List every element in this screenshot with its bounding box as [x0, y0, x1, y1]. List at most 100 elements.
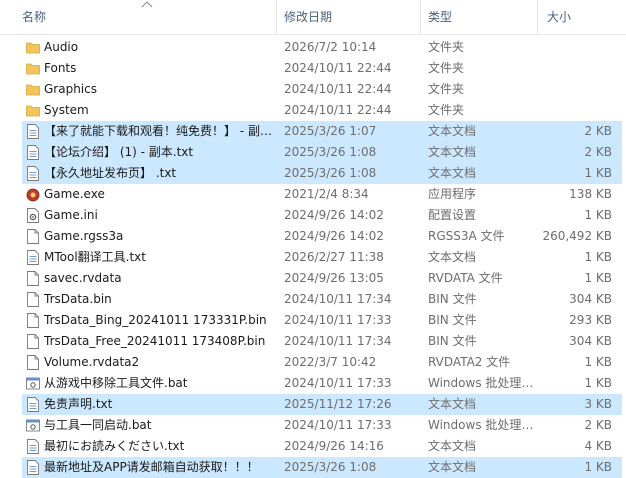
- file-row[interactable]: Audio 2026/7/2 10:14 文件夹: [22, 37, 622, 58]
- file-modified-date: 2022/3/7 10:42: [284, 355, 377, 369]
- file-row[interactable]: 免责声明.txt 2025/11/12 17:26 文本文档 3 KB: [22, 394, 622, 415]
- file-name-cell[interactable]: 【论坛介绍】 (1) - 副本.txt: [22, 142, 277, 163]
- file-type: 文本文档: [428, 397, 477, 411]
- file-row[interactable]: Game.rgss3a 2024/9/26 14:02 RGSS3A 文件 260,4…: [22, 226, 622, 247]
- column-header-type[interactable]: 类型: [428, 0, 528, 34]
- file-name-cell[interactable]: Audio: [22, 37, 277, 58]
- file-row[interactable]: TrsData.bin 2024/10/11 17:34 BIN 文件 304 KB: [22, 289, 622, 310]
- file-row[interactable]: Volume.rvdata2 2022/3/7 10:42 RVDATA2 文件 1 …: [22, 352, 622, 373]
- folder-icon: [26, 40, 40, 55]
- file-icon: [26, 229, 40, 244]
- column-header-name[interactable]: 名称: [22, 0, 272, 34]
- file-modified-date: 2024/9/26 14:02: [284, 208, 384, 222]
- file-name: System: [44, 103, 89, 117]
- file-modified-date: 2025/3/26 1:08: [284, 460, 377, 474]
- column-header-size[interactable]: 大小: [547, 0, 617, 34]
- file-name-cell[interactable]: 最初にお読みください.txt: [22, 436, 277, 457]
- file-size: 138 KB: [569, 187, 612, 201]
- file-name-cell[interactable]: Game.rgss3a: [22, 226, 277, 247]
- file-name-cell[interactable]: 【永久地址发布页】 .txt: [22, 163, 277, 184]
- file-row[interactable]: 【论坛介绍】 (1) - 副本.txt 2025/3/26 1:08 文本文档 2 K…: [22, 142, 622, 163]
- file-row[interactable]: 【来了就能下载和观看！纯免费！】 - 副… 2025/3/26 1:07 文本文档 2…: [22, 121, 622, 142]
- file-name: Volume.rvdata2: [44, 355, 140, 369]
- file-name: 最初にお読みください.txt: [44, 439, 185, 453]
- file-row[interactable]: 从游戏中移除工具文件.bat 2024/10/11 17:33 Windows 批处…: [22, 373, 622, 394]
- file-row[interactable]: Fonts 2024/10/11 22:44 文件夹: [22, 58, 622, 79]
- file-name-cell[interactable]: MTool翻译工具.txt: [22, 247, 277, 268]
- file-row[interactable]: System 2024/10/11 22:44 文件夹: [22, 100, 622, 121]
- file-name-cell[interactable]: Graphics: [22, 79, 277, 100]
- file-row[interactable]: 最初にお読みください.txt 2024/9/26 14:16 文本文档 4 KB: [22, 436, 622, 457]
- file-modified-date: 2024/10/11 17:34: [284, 334, 392, 348]
- file-type: 文件夹: [428, 103, 465, 117]
- file-type: 文本文档: [428, 124, 477, 138]
- file-name-cell[interactable]: 【来了就能下载和观看！纯免费！】 - 副…: [22, 121, 277, 142]
- file-row[interactable]: TrsData_Free_20241011 173408P.bin 2024/10…: [22, 331, 622, 352]
- file-name-cell[interactable]: TrsData.bin: [22, 289, 277, 310]
- file-icon: [26, 355, 40, 370]
- file-name-cell[interactable]: 免责声明.txt: [22, 394, 277, 415]
- file-type: 文本文档: [428, 145, 477, 159]
- column-divider[interactable]: [420, 0, 421, 34]
- file-name: Game.exe: [44, 187, 105, 201]
- file-name: Game.rgss3a: [44, 229, 124, 243]
- file-name-cell[interactable]: Game.ini: [22, 205, 277, 226]
- file-size: [540, 58, 612, 79]
- file-size: 2 KB: [584, 418, 612, 432]
- file-type: 文本文档: [428, 439, 477, 453]
- file-name: 最新地址及APP请发邮箱自动获取！！！: [44, 460, 259, 474]
- file-name: TrsData_Free_20241011 173408P.bin: [44, 334, 266, 348]
- file-name-cell[interactable]: 最新地址及APP请发邮箱自动获取！！！: [22, 457, 277, 478]
- file-modified-date: 2024/10/11 17:33: [284, 313, 392, 327]
- file-modified-date: 2026/2/27 11:38: [284, 250, 384, 264]
- file-row[interactable]: 与工具一同启动.bat 2024/10/11 17:33 Windows 批处理… 2…: [22, 415, 622, 436]
- file-type: 应用程序: [428, 187, 477, 201]
- file-type: BIN 文件: [428, 292, 477, 306]
- file-name: savec.rvdata: [44, 271, 122, 285]
- file-name-cell[interactable]: System: [22, 100, 277, 121]
- file-row[interactable]: 【永久地址发布页】 .txt 2025/3/26 1:08 文本文档 1 KB: [22, 163, 622, 184]
- file-row[interactable]: savec.rvdata 2024/9/26 13:05 RVDATA 文件 1 KB: [22, 268, 622, 289]
- file-name-cell[interactable]: Volume.rvdata2: [22, 352, 277, 373]
- column-header-date[interactable]: 修改日期: [284, 0, 414, 34]
- file-type: 文本文档: [428, 166, 477, 180]
- file-name-cell[interactable]: TrsData_Bing_20241011 173331P.bin: [22, 310, 277, 331]
- file-name-cell[interactable]: Game.exe: [22, 184, 277, 205]
- file-name-cell[interactable]: 从游戏中移除工具文件.bat: [22, 373, 277, 394]
- file-row[interactable]: 最新地址及APP请发邮箱自动获取！！！ 2025/3/26 1:08 文本文档 1 K…: [22, 457, 622, 478]
- file-row[interactable]: Game.exe 2021/2/4 8:34 应用程序 138 KB: [22, 184, 622, 205]
- file-row[interactable]: MTool翻译工具.txt 2026/2/27 11:38 文本文档 1 KB: [22, 247, 622, 268]
- file-icon: [26, 313, 40, 328]
- text-file-icon: [26, 250, 40, 265]
- file-name-cell[interactable]: TrsData_Free_20241011 173408P.bin: [22, 331, 277, 352]
- file-row[interactable]: Game.ini 2024/9/26 14:02 配置设置 1 KB: [22, 205, 622, 226]
- file-type: Windows 批处理…: [428, 376, 534, 390]
- file-modified-date: 2025/3/26 1:07: [284, 124, 377, 138]
- file-name: 【来了就能下载和观看！纯免费！】 - 副…: [44, 124, 272, 138]
- file-row[interactable]: Graphics 2024/10/11 22:44 文件夹: [22, 79, 622, 100]
- batch-file-icon: [26, 418, 40, 433]
- file-modified-date: 2021/2/4 8:34: [284, 187, 369, 201]
- column-divider[interactable]: [276, 0, 277, 34]
- file-type: Windows 批处理…: [428, 418, 534, 432]
- file-size: 304 KB: [569, 292, 612, 306]
- file-icon: [26, 271, 40, 286]
- text-file-icon: [26, 124, 40, 139]
- file-size: 1 KB: [584, 250, 612, 264]
- text-file-icon: [26, 460, 40, 475]
- file-name-cell[interactable]: 与工具一同启动.bat: [22, 415, 277, 436]
- column-header-bar: 名称 修改日期 类型 大小: [0, 0, 626, 35]
- file-modified-date: 2024/10/11 17:33: [284, 376, 392, 390]
- file-name: MTool翻译工具.txt: [44, 250, 146, 264]
- file-modified-date: 2024/9/26 14:02: [284, 229, 384, 243]
- file-name: 从游戏中移除工具文件.bat: [44, 376, 188, 390]
- file-name-cell[interactable]: Fonts: [22, 58, 277, 79]
- file-type: RGSS3A 文件: [428, 229, 505, 243]
- file-size: 1 KB: [584, 460, 612, 474]
- text-file-icon: [26, 397, 40, 412]
- file-row[interactable]: TrsData_Bing_20241011 173331P.bin 2024/10…: [22, 310, 622, 331]
- folder-icon: [26, 61, 40, 76]
- file-name-cell[interactable]: savec.rvdata: [22, 268, 277, 289]
- column-divider[interactable]: [537, 0, 538, 34]
- file-modified-date: 2024/10/11 22:44: [284, 103, 392, 117]
